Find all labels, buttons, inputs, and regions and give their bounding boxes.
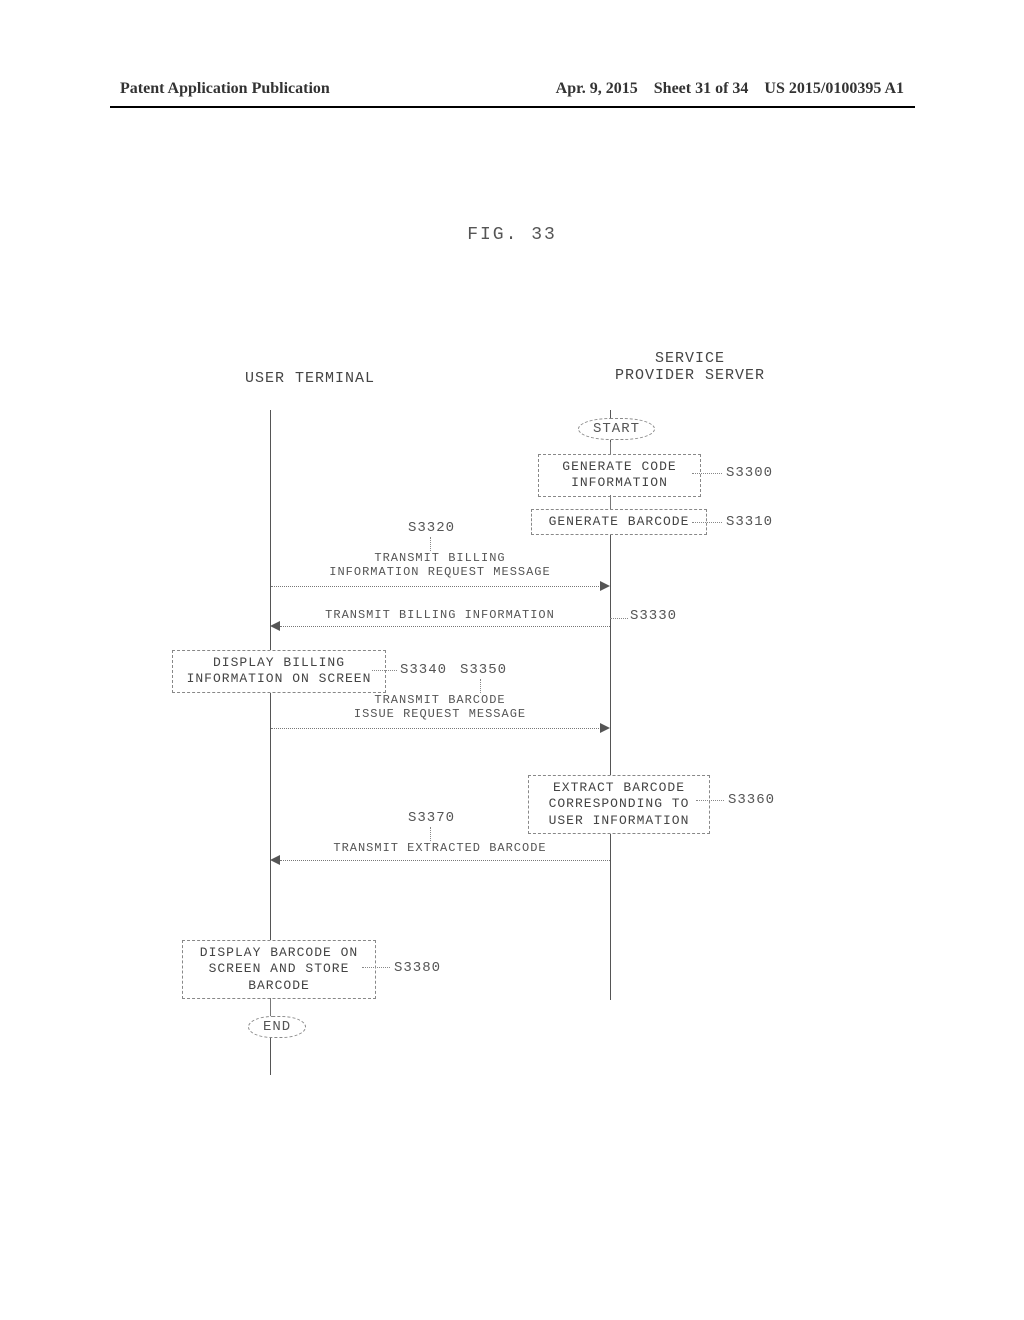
arrow-line	[271, 586, 601, 587]
leader-line	[610, 618, 628, 619]
msg-transmit-billing-info: TRANSMIT BILLING INFORMATION	[290, 608, 590, 622]
arrow-line	[280, 626, 610, 627]
leader-line	[692, 522, 722, 523]
step-display-billing: DISPLAY BILLING INFORMATION ON SCREEN	[172, 650, 386, 693]
lane-label-service-provider: SERVICE PROVIDER SERVER	[560, 350, 820, 384]
step-extract-barcode: EXTRACT BARCODE CORRESPONDING TO USER IN…	[528, 775, 710, 834]
arrow-left-icon	[270, 621, 280, 631]
page-header: Patent Application Publication Apr. 9, 2…	[0, 80, 1024, 98]
figure-title: FIG. 33	[0, 225, 1024, 245]
arrow-right-icon	[600, 581, 610, 591]
terminal-end: END	[248, 1016, 306, 1038]
arrow-left-icon	[270, 855, 280, 865]
ref-s3340: S3340	[400, 662, 447, 678]
ref-s3350: S3350	[460, 662, 507, 678]
step-display-store-barcode: DISPLAY BARCODE ON SCREEN AND STORE BARC…	[182, 940, 376, 999]
leader-line	[480, 679, 481, 693]
header-right: Apr. 9, 2015 Sheet 31 of 34 US 2015/0100…	[544, 80, 904, 98]
leader-line	[430, 827, 431, 841]
arrow-line	[280, 860, 610, 861]
arrow-line	[271, 728, 601, 729]
lane-label-user-terminal: USER TERMINAL	[210, 370, 410, 387]
msg-transmit-extracted-barcode: TRANSMIT EXTRACTED BARCODE	[290, 841, 590, 855]
header-rule	[110, 106, 915, 108]
header-left: Patent Application Publication	[120, 80, 330, 98]
diagram-stage: USER TERMINAL SERVICE PROVIDER SERVER ST…	[160, 350, 860, 1090]
leader-line	[692, 473, 722, 474]
ref-s3370: S3370	[408, 810, 455, 826]
terminal-start: START	[578, 418, 655, 440]
ref-s3320: S3320	[408, 520, 455, 536]
leader-line	[362, 967, 390, 968]
msg-transmit-barcode-request: TRANSMIT BARCODE ISSUE REQUEST MESSAGE	[290, 693, 590, 721]
header-pubno: US 2015/0100395 A1	[764, 80, 904, 97]
connector	[270, 998, 271, 1016]
leader-line	[696, 800, 724, 801]
header-date: Apr. 9, 2015	[556, 80, 638, 97]
arrow-right-icon	[600, 723, 610, 733]
ref-s3310: S3310	[726, 514, 773, 530]
leader-line	[430, 537, 431, 551]
msg-transmit-billing-request: TRANSMIT BILLING INFORMATION REQUEST MES…	[290, 551, 590, 579]
connector	[610, 495, 611, 509]
step-generate-code-info: GENERATE CODE INFORMATION	[538, 454, 701, 497]
leader-line	[372, 670, 397, 671]
ref-s3330: S3330	[630, 608, 677, 624]
header-sheet: Sheet 31 of 34	[654, 80, 749, 97]
connector	[610, 442, 611, 454]
ref-s3360: S3360	[728, 792, 775, 808]
step-generate-barcode: GENERATE BARCODE	[531, 509, 707, 535]
ref-s3380: S3380	[394, 960, 441, 976]
ref-s3300: S3300	[726, 465, 773, 481]
